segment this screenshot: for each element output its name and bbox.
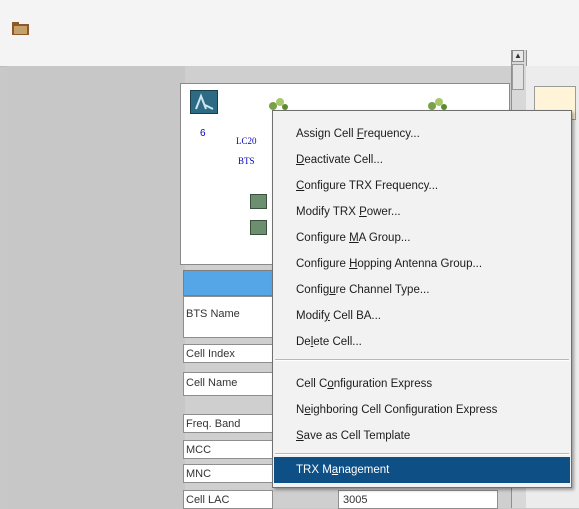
menu-item-configure-ma-group[interactable]: Configure MA Group... xyxy=(274,225,570,251)
menu-text: ower... xyxy=(366,206,401,218)
menu-separator xyxy=(275,453,569,455)
menu-item-modify-cell-ba[interactable]: Modify Cell BA... xyxy=(274,303,570,329)
prop-label-bts-name: BTS Name xyxy=(183,296,273,338)
menu-mnemonic: S xyxy=(296,430,304,442)
workspace-left-area xyxy=(7,66,185,508)
menu-text: onfigure TRX Frequency... xyxy=(304,180,439,192)
menu-separator xyxy=(275,359,569,361)
menu-item-deactivate-cell[interactable]: Deactivate Cell... xyxy=(274,147,570,173)
menu-text: Assign Cell xyxy=(296,128,357,140)
menu-text: A Group... xyxy=(358,232,411,244)
menu-text: eactivate Cell... xyxy=(304,154,383,166)
menu-item-save-as-cell-template[interactable]: Save as Cell Template xyxy=(274,423,570,449)
prop-value-cell-lac[interactable]: 3005 xyxy=(338,490,498,509)
trx-icon[interactable] xyxy=(250,220,267,235)
prop-label-cell-lac: Cell LAC xyxy=(183,490,273,509)
prop-label-mnc: MNC xyxy=(183,464,273,483)
menu-text: Modif xyxy=(296,310,325,322)
menu-text: Cell C xyxy=(296,378,328,390)
menu-item-cell-configuration-express[interactable]: Cell Configuration Express xyxy=(274,371,570,397)
menu-text: Modify TRX xyxy=(296,206,360,218)
bts-glyph-icon xyxy=(195,93,214,110)
menu-text: nagement xyxy=(338,464,390,476)
bts-icon[interactable] xyxy=(190,90,218,114)
menu-mnemonic: F xyxy=(356,128,364,140)
menu-mnemonic: P xyxy=(359,206,367,218)
menu-item-neighboring-cell-configuration-express[interactable]: Neighboring Cell Configuration Express xyxy=(274,397,570,423)
menu-mnemonic: M xyxy=(349,232,359,244)
menu-item-configure-hopping-antenna-group[interactable]: Configure Hopping Antenna Group... xyxy=(274,251,570,277)
menu-item-delete-cell[interactable]: Delete Cell... xyxy=(274,329,570,355)
menu-text: ave as Cell Template xyxy=(303,430,411,442)
menu-text: Configure xyxy=(296,232,350,244)
scroll-up-icon[interactable]: ▲ xyxy=(512,50,524,62)
menu-text: Configure xyxy=(296,258,350,270)
prop-label-mcc: MCC xyxy=(183,440,273,459)
menu-text: ete Cell... xyxy=(313,336,362,348)
bts-number: 6 xyxy=(200,128,206,139)
menu-text: Cell BA... xyxy=(329,310,382,322)
menu-text: Config xyxy=(296,284,330,296)
menu-text: requency... xyxy=(363,128,420,140)
menu-item-configure-trx-frequency[interactable]: Configure TRX Frequency... xyxy=(274,173,570,199)
menu-text: nfiguration Express xyxy=(333,378,433,390)
cell-link-sub[interactable]: BTS xyxy=(238,156,255,166)
menu-item-configure-channel-type[interactable]: Configure Channel Type... xyxy=(274,277,570,303)
menu-item-modify-trx-power[interactable]: Modify TRX Power... xyxy=(274,199,570,225)
top-toolbar xyxy=(0,0,579,67)
prop-label-cell-name: Cell Name xyxy=(183,372,273,396)
trx-icon[interactable] xyxy=(250,194,267,209)
cell-link-name[interactable]: LC20 xyxy=(236,136,257,146)
menu-text: ighboring Cell Configuration Express xyxy=(310,404,498,416)
prop-label-freq-band: Freq. Band xyxy=(183,414,273,433)
menu-text: De xyxy=(296,336,311,348)
menu-text: re Channel Type... xyxy=(335,284,430,296)
context-menu: Assign Cell Frequency... Deactivate Cell… xyxy=(272,110,572,488)
menu-text: TRX M xyxy=(296,464,332,476)
menu-item-assign-cell-frequency[interactable]: Assign Cell Frequency... xyxy=(274,121,570,147)
menu-item-trx-management[interactable]: TRX Management xyxy=(274,457,570,483)
scroll-thumb[interactable] xyxy=(512,64,524,90)
menu-text: opping Antenna Group... xyxy=(357,258,483,270)
prop-label-cell-index: Cell Index xyxy=(183,344,273,363)
properties-header xyxy=(183,270,273,296)
folder-icon[interactable] xyxy=(12,22,29,35)
